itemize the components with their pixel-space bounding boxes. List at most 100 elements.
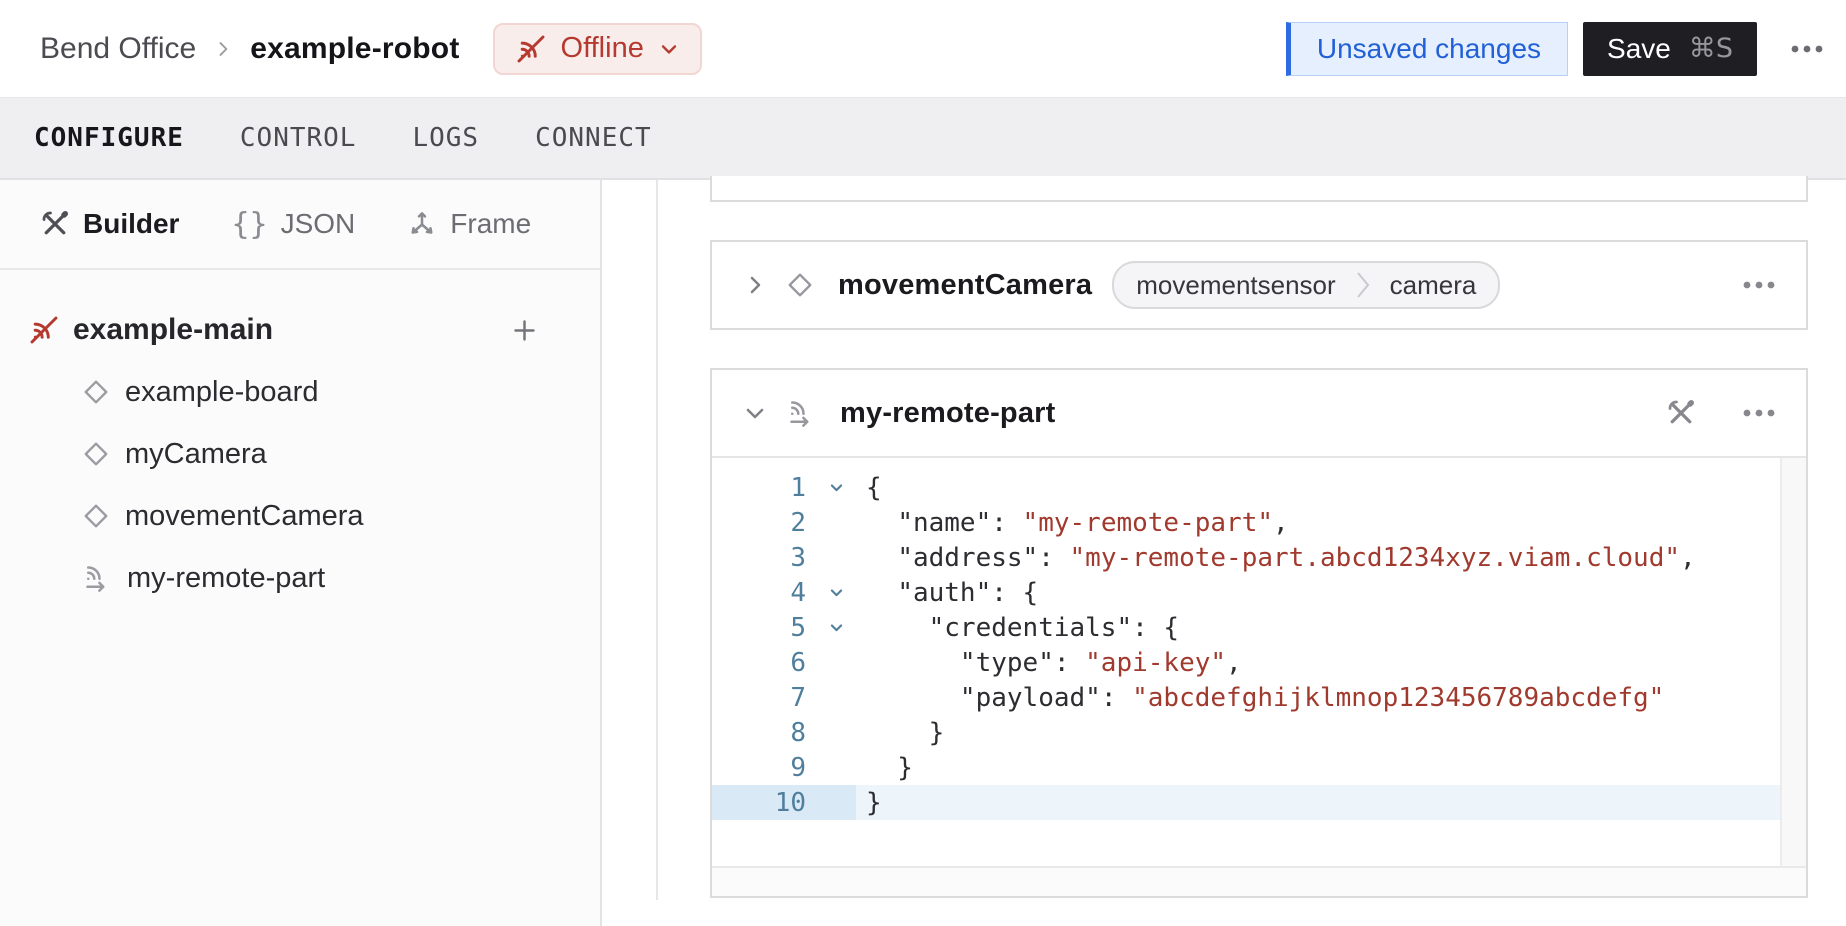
breadcrumb-robot-name: example-robot xyxy=(250,32,459,66)
sidebar-item-example-main[interactable]: example-main xyxy=(0,305,600,355)
breadcrumb-location[interactable]: Bend Office xyxy=(40,32,196,66)
header-overflow-menu[interactable] xyxy=(1784,34,1830,64)
line-number: 2 xyxy=(712,508,816,538)
fold-toggle-icon[interactable] xyxy=(816,584,856,601)
tab-configure[interactable]: CONFIGURE xyxy=(34,123,184,153)
remote-card-footer xyxy=(712,866,1806,896)
sidebar-item-mycamera[interactable]: myCamera xyxy=(0,429,600,479)
line-number: 7 xyxy=(712,683,816,713)
tab-connect[interactable]: CONNECT xyxy=(535,123,652,153)
line-gutter: 6 xyxy=(712,645,856,680)
component-card-movementcamera: movementCamera movementsensorcamera xyxy=(710,240,1808,330)
tag-camera: camera xyxy=(1370,270,1497,301)
remote-part-card-my-remote-part: my-remote-part 1{2 "name": "my-remote-pa… xyxy=(710,368,1808,898)
config-mode-label: JSON xyxy=(281,208,356,240)
config-mode-switcher: Builder {}JSON Frame xyxy=(0,180,600,270)
code-text: "auth": { xyxy=(856,578,1038,608)
code-text: "credentials": { xyxy=(856,613,1179,643)
json-code-editor[interactable]: 1{2 "name": "my-remote-part",3 "address"… xyxy=(712,458,1806,866)
app-header: Bend Office example-robot Offline Unsave… xyxy=(0,0,1846,97)
line-gutter: 1 xyxy=(712,470,856,505)
config-mode-frame[interactable]: Frame xyxy=(407,208,531,240)
component-menu-button[interactable] xyxy=(1738,270,1780,300)
status-label: Offline xyxy=(561,32,644,65)
part-label: example-board xyxy=(125,376,318,409)
save-shortcut: ⌘S xyxy=(1689,33,1733,64)
unsaved-changes-label: Unsaved changes xyxy=(1317,33,1541,65)
line-gutter: 4 xyxy=(712,575,856,610)
component-diamond-icon xyxy=(82,440,110,468)
machine-status-dropdown[interactable]: Offline xyxy=(493,23,702,75)
part-label: myCamera xyxy=(125,438,267,471)
fold-toggle-icon[interactable] xyxy=(816,619,856,636)
code-text: "type": "api-key", xyxy=(856,648,1242,678)
remote-card-header: my-remote-part xyxy=(712,370,1806,458)
sidebar-item-example-board[interactable]: example-board xyxy=(0,367,600,417)
expand-card-button[interactable] xyxy=(742,272,776,298)
config-mode-json[interactable]: {}JSON xyxy=(231,207,355,242)
frame-icon xyxy=(407,209,437,239)
line-number: 3 xyxy=(712,543,816,573)
sidebar-item-my-remote-part[interactable]: my-remote-part xyxy=(0,553,600,603)
tag-divider-icon xyxy=(1356,264,1370,306)
machine-part-tree: example-main example-board myCamera moveme… xyxy=(0,305,600,603)
content-divider xyxy=(656,180,658,900)
remote-signal-icon xyxy=(786,398,816,428)
line-number: 1 xyxy=(712,473,816,503)
breadcrumb-chevron-icon xyxy=(212,38,234,60)
code-text: "address": "my-remote-part.abcd1234xyz.v… xyxy=(856,543,1696,573)
code-text: { xyxy=(856,473,882,503)
editor-scrollbar[interactable] xyxy=(1780,458,1806,866)
component-diamond-icon xyxy=(82,378,110,406)
line-gutter: 7 xyxy=(712,680,856,715)
part-label: movementCamera xyxy=(125,500,364,533)
viam-app-window: Bend Office example-robot Offline Unsave… xyxy=(0,0,1846,926)
tab-control[interactable]: CONTROL xyxy=(240,123,357,153)
component-diamond-icon xyxy=(786,271,814,299)
config-mode-label: Builder xyxy=(83,208,179,240)
code-text: "name": "my-remote-part", xyxy=(856,508,1289,538)
code-line: 7 "payload": "abcdefghijklmnop123456789a… xyxy=(712,680,1806,715)
code-text: } xyxy=(856,753,913,783)
remote-menu-button[interactable] xyxy=(1738,398,1780,428)
tab-logs[interactable]: LOGS xyxy=(412,123,479,153)
code-line: 1{ xyxy=(712,470,1806,505)
tools-icon xyxy=(40,209,70,239)
line-number: 9 xyxy=(712,753,816,783)
part-label: my-remote-part xyxy=(127,562,325,595)
collapse-card-button[interactable] xyxy=(742,400,776,426)
code-line: 4 "auth": { xyxy=(712,575,1806,610)
save-label: Save xyxy=(1607,33,1671,65)
line-gutter: 8 xyxy=(712,715,856,750)
code-line: 10} xyxy=(712,785,1806,820)
line-gutter: 10 xyxy=(712,785,856,820)
line-gutter: 3 xyxy=(712,540,856,575)
breadcrumb: Bend Office example-robot xyxy=(40,32,460,66)
unsaved-changes-badge[interactable]: Unsaved changes xyxy=(1286,22,1568,76)
fold-toggle-icon[interactable] xyxy=(816,479,856,496)
line-number: 10 xyxy=(712,788,816,818)
component-diamond-icon xyxy=(82,502,110,530)
remote-title: my-remote-part xyxy=(840,397,1056,430)
config-mode-builder[interactable]: Builder xyxy=(40,208,179,240)
line-gutter: 9 xyxy=(712,750,856,785)
code-line: 6 "type": "api-key", xyxy=(712,645,1806,680)
wifi-off-icon xyxy=(515,33,547,65)
main-content: movementCamera movementsensorcamera my-r… xyxy=(602,180,1846,926)
line-number: 6 xyxy=(712,648,816,678)
save-button[interactable]: Save ⌘S xyxy=(1583,22,1757,76)
config-mode-label: Frame xyxy=(450,208,531,240)
code-text: "payload": "abcdefghijklmnop123456789abc… xyxy=(856,683,1664,713)
part-name: example-main xyxy=(73,313,273,347)
builder-mode-button[interactable] xyxy=(1662,394,1700,432)
tag-movementsensor: movementsensor xyxy=(1116,270,1355,301)
line-number: 8 xyxy=(712,718,816,748)
code-line: 5 "credentials": { xyxy=(712,610,1806,645)
code-text: } xyxy=(856,718,944,748)
code-line: 2 "name": "my-remote-part", xyxy=(712,505,1806,540)
config-sidebar: Builder {}JSON Frame example-main example-… xyxy=(0,180,602,926)
sidebar-item-movementcamera[interactable]: movementCamera xyxy=(0,491,600,541)
add-component-button[interactable] xyxy=(507,313,542,348)
line-gutter: 2 xyxy=(712,505,856,540)
code-line: 3 "address": "my-remote-part.abcd1234xyz… xyxy=(712,540,1806,575)
